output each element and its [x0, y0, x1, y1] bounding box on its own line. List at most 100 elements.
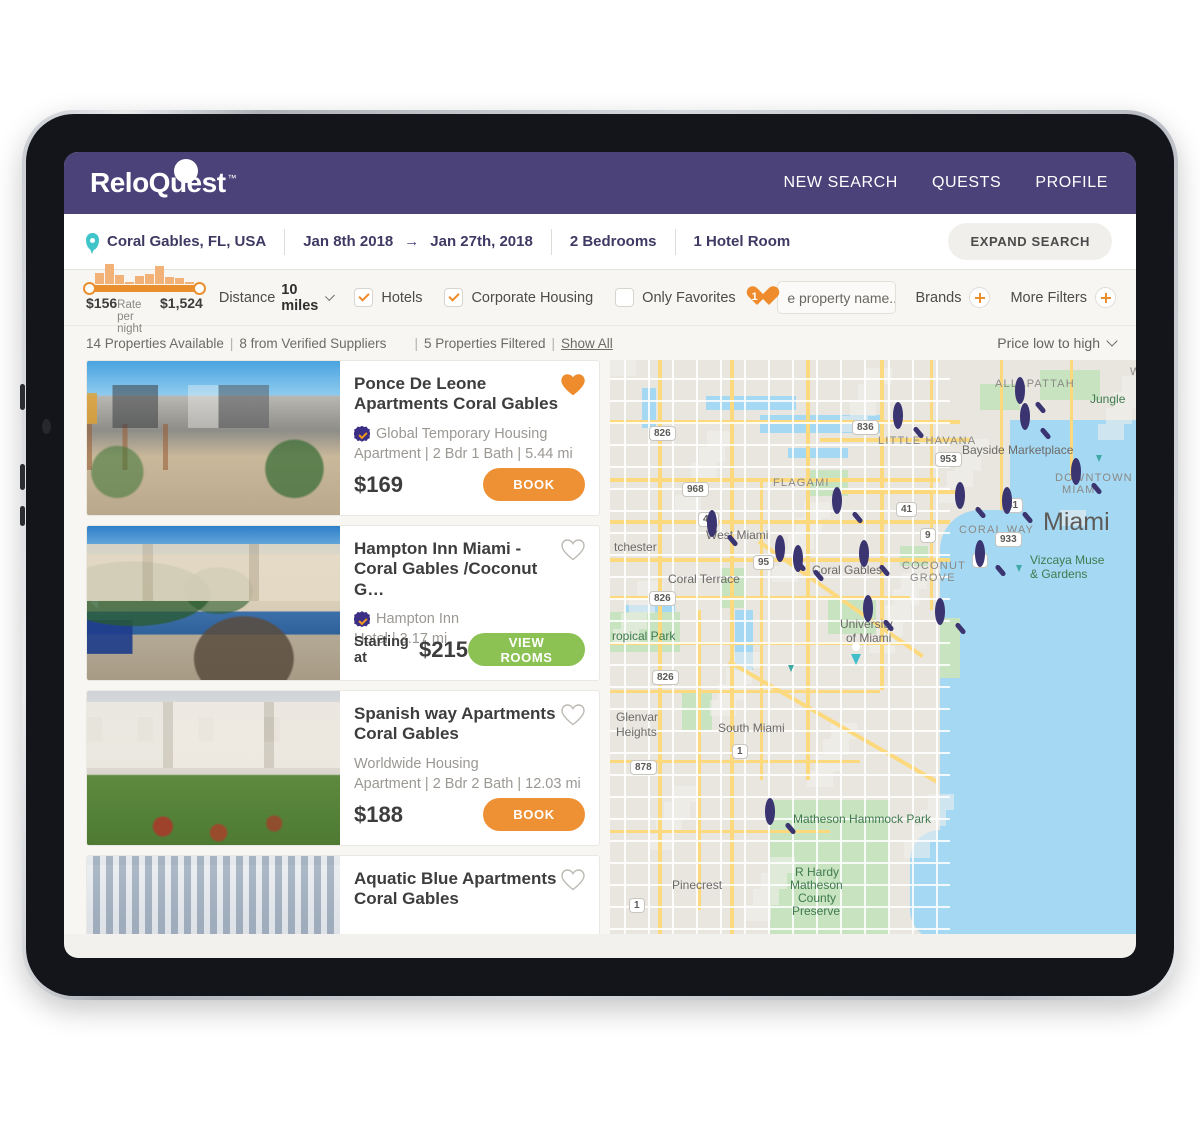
slider-knob-min[interactable]: [83, 282, 96, 295]
filter-checkbox-corporate-housing[interactable]: Corporate Housing: [444, 288, 593, 307]
property-card[interactable]: Ponce De Leone Apartments Coral Gables Gl…: [86, 360, 600, 516]
map-property-marker[interactable]: [832, 487, 864, 526]
more-filters[interactable]: More Filters: [1010, 287, 1116, 308]
search-dates[interactable]: Jan 8th 2018 → Jan 27th, 2018: [285, 228, 552, 255]
show-all-link[interactable]: Show All: [561, 336, 613, 351]
map-road-local: [696, 360, 698, 934]
property-search-input[interactable]: [787, 289, 895, 306]
app-header: ReloQuest ™ NEW SEARCH QUESTS PROFILE: [64, 152, 1136, 214]
map-property-marker[interactable]: [1002, 487, 1034, 526]
map-road-local: [610, 884, 950, 886]
magnifier-handle: [974, 505, 987, 520]
plus-icon[interactable]: [1095, 287, 1116, 308]
checkbox-only-favorites[interactable]: [615, 288, 635, 307]
map-road-highway: [658, 360, 662, 934]
map-road-local: [610, 488, 950, 490]
property-photo[interactable]: [87, 691, 340, 845]
histogram-bar: [114, 275, 124, 284]
search-location[interactable]: Coral Gables, FL, USA: [86, 228, 286, 255]
reloquest-logo[interactable]: ReloQuest ™: [90, 159, 237, 197]
magnifier-handle: [912, 425, 925, 440]
property-photo[interactable]: [87, 361, 340, 515]
favorites-count: 1: [751, 290, 758, 303]
plus-icon[interactable]: [969, 287, 991, 308]
brands-filter[interactable]: Brands: [916, 287, 991, 308]
map-road-local: [610, 532, 950, 534]
slider-knob-max[interactable]: [192, 282, 206, 295]
property-results-list[interactable]: Ponce De Leone Apartments Coral Gables Gl…: [64, 360, 600, 934]
favorite-heart-outline-icon[interactable]: [561, 539, 585, 561]
map-road-local: [610, 862, 950, 864]
book-button[interactable]: BOOK: [483, 468, 585, 501]
checkbox-hotels-label: Hotels: [381, 289, 423, 306]
map-property-marker[interactable]: [707, 510, 739, 549]
favorite-heart-filled-icon[interactable]: [561, 374, 585, 396]
photo-prev-arrow-icon[interactable]: [91, 597, 98, 609]
nav-quests[interactable]: QUESTS: [932, 174, 1001, 192]
magnifier-handle: [851, 510, 864, 525]
property-title[interactable]: Aquatic Blue Apartments Coral Gables: [354, 869, 559, 910]
magnifier-marker-icon: [975, 540, 985, 567]
filter-checkbox-only-favorites[interactable]: Only Favorites: [615, 288, 736, 307]
checkbox-corporate-housing[interactable]: [444, 288, 464, 307]
slider-track[interactable]: [83, 282, 206, 295]
property-title[interactable]: Spanish way Apartments Coral Gables: [354, 704, 559, 745]
property-card[interactable]: Hampton Inn Miami - Coral Gables /Coconu…: [86, 525, 600, 681]
search-bedrooms[interactable]: 2 Bedrooms: [552, 228, 676, 255]
magnifier-marker-icon: [775, 535, 785, 562]
map-property-marker[interactable]: [863, 595, 895, 634]
map-road-highway: [760, 480, 763, 780]
view-rooms-button[interactable]: VIEW ROOMS: [468, 633, 585, 666]
property-name-search[interactable]: [777, 281, 896, 314]
distance-filter[interactable]: Distance 10 miles: [218, 282, 335, 314]
favorite-heart-outline-icon[interactable]: [561, 869, 585, 891]
property-title[interactable]: Ponce De Leone Apartments Coral Gables: [354, 374, 559, 415]
expand-search-button[interactable]: EXPAND SEARCH: [948, 223, 1112, 260]
property-title[interactable]: Hampton Inn Miami - Coral Gables /Coconu…: [354, 539, 559, 600]
map-property-marker[interactable]: [893, 402, 925, 441]
map-park: [900, 546, 928, 566]
map-property-marker[interactable]: [975, 540, 1007, 579]
property-card[interactable]: Aquatic Blue Apartments Coral Gables: [86, 855, 600, 934]
sort-dropdown[interactable]: Price low to high: [997, 335, 1118, 351]
histogram-bar: [174, 278, 184, 284]
map-property-marker[interactable]: [1020, 403, 1052, 442]
nav-profile[interactable]: PROFILE: [1035, 174, 1108, 192]
map-selected-marker[interactable]: [844, 635, 868, 666]
map-block: [672, 786, 698, 802]
map-property-marker[interactable]: [935, 598, 967, 637]
map-property-marker[interactable]: [793, 545, 825, 584]
map-property-marker[interactable]: [955, 482, 987, 521]
nav-new-search[interactable]: NEW SEARCH: [783, 174, 897, 192]
search-hotel-rooms[interactable]: 1 Hotel Room: [676, 229, 809, 255]
map-property-marker[interactable]: [859, 540, 891, 579]
map-poi-marker[interactable]: [1090, 442, 1107, 464]
map-block: [1114, 392, 1136, 408]
map-panel[interactable]: ALLAPATTAHWYNWOODJungleBayside Marketpla…: [610, 360, 1136, 934]
price-histogram: [86, 264, 203, 284]
map-road-local: [888, 360, 890, 934]
map-property-marker[interactable]: [765, 798, 797, 837]
power-button[interactable]: [20, 506, 25, 526]
map-property-marker[interactable]: [1071, 458, 1103, 497]
map-poi-marker[interactable]: [782, 652, 799, 674]
map-road-local: [610, 686, 950, 688]
book-button[interactable]: BOOK: [483, 798, 585, 831]
property-photo[interactable]: [87, 526, 340, 680]
distance-label: Distance: [218, 289, 276, 306]
search-summary-bar: Coral Gables, FL, USA Jan 8th 2018 → Jan…: [64, 214, 1136, 270]
property-card[interactable]: Spanish way Apartments Coral Gables World…: [86, 690, 600, 846]
map-road-highway: [880, 360, 884, 690]
map-poi-marker[interactable]: [1010, 552, 1027, 574]
favorite-heart-outline-icon[interactable]: [561, 704, 585, 726]
volume-down-button[interactable]: [20, 464, 25, 490]
map-road-highway: [1000, 360, 1003, 510]
filter-checkbox-hotels[interactable]: Hotels: [354, 288, 422, 307]
map-label: South Miami: [718, 721, 785, 735]
property-photo[interactable]: [87, 856, 340, 934]
volume-up-button[interactable]: [20, 384, 25, 410]
price-range-slider[interactable]: $156 Rate per night $1,524: [83, 260, 206, 335]
favorites-count-badge[interactable]: 1: [746, 287, 764, 308]
map-label: Heights: [616, 725, 657, 739]
checkbox-hotels[interactable]: [354, 288, 374, 307]
